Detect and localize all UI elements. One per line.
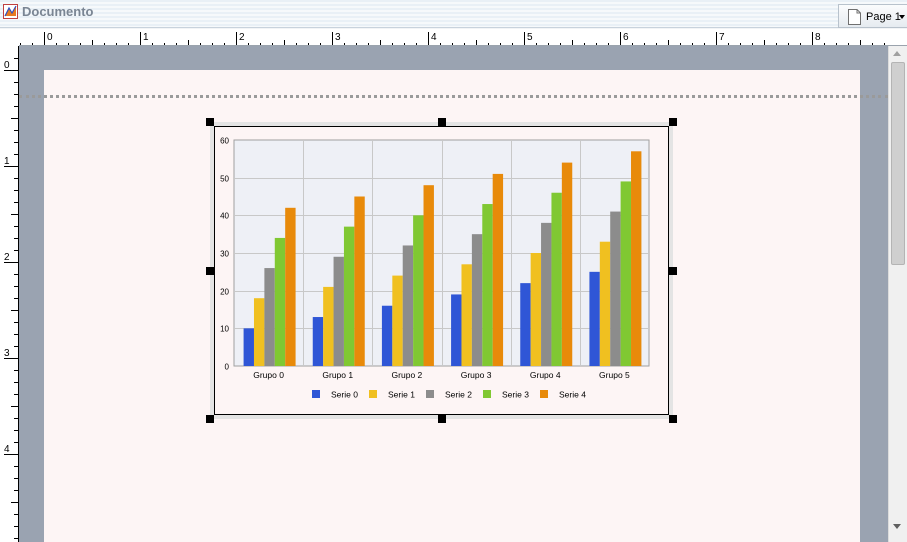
x-tick-label: Grupo 4 [530, 370, 561, 380]
legend-label: Serie 1 [388, 390, 415, 400]
legend-label: Serie 3 [502, 390, 529, 400]
ruler-label: 0 [4, 60, 10, 71]
bar-chart: 0 10 20 30 40 50 60 Grupo 0 Grupo 1 Grupo 2 Grupo … [220, 137, 650, 400]
bar [461, 264, 472, 366]
ruler-label: 0 [47, 32, 53, 43]
vertical-scrollbar[interactable] [888, 46, 907, 542]
legend-label: Serie 0 [331, 390, 358, 400]
page-icon [848, 9, 861, 25]
resize-handle-left[interactable] [206, 267, 214, 275]
report-designer-window: Documento Page 1 0 1 2 3 4 5 6 7 8 0 1 2 3 4 0 10 20 30… [0, 0, 907, 542]
page-margin-guide [19, 95, 888, 98]
bar [551, 192, 562, 366]
ruler-label: 1 [143, 32, 149, 43]
y-tick-label: 0 [225, 363, 230, 372]
x-tick-label: Grupo 0 [253, 370, 284, 380]
ruler-label: 8 [815, 32, 821, 43]
ruler-label: 3 [4, 348, 10, 359]
resize-handle-top-left[interactable] [206, 118, 214, 126]
bar [381, 305, 393, 366]
x-tick-label: Grupo 2 [392, 370, 423, 380]
resize-handle-top[interactable] [438, 118, 446, 126]
bar [589, 271, 600, 366]
page-selector-label: Page 1 [866, 11, 901, 23]
bar [274, 237, 286, 366]
bar [482, 204, 493, 366]
ruler-label: 4 [4, 444, 10, 455]
y-tick-label: 50 [220, 175, 229, 184]
resize-handle-bottom[interactable] [438, 415, 446, 423]
horizontal-ruler: 0 1 2 3 4 5 6 7 8 [0, 29, 907, 46]
bar [599, 241, 611, 366]
ruler-label: 3 [335, 32, 341, 43]
scroll-up-arrow-icon[interactable] [893, 51, 901, 56]
window-title: Documento [22, 4, 94, 19]
page-selector-button[interactable]: Page 1 [838, 4, 907, 28]
bar [392, 275, 403, 366]
bar [354, 196, 365, 366]
scroll-down-arrow-icon[interactable] [893, 524, 901, 529]
y-tick-label: 30 [220, 250, 229, 259]
resize-handle-right[interactable] [669, 267, 677, 275]
legend-swatch [369, 390, 377, 398]
bar [541, 222, 552, 366]
title-bar: Documento Page 1 [0, 0, 907, 28]
bar [413, 215, 424, 366]
bar [451, 294, 462, 366]
bar [530, 253, 542, 366]
chevron-down-icon [899, 15, 905, 19]
ruler-label: 5 [527, 32, 533, 43]
bar [561, 162, 573, 366]
legend-swatch [540, 390, 548, 398]
legend-swatch [312, 390, 320, 398]
ruler-label: 4 [431, 32, 437, 43]
y-tick-label: 60 [220, 137, 229, 146]
chart-object[interactable]: 0 10 20 30 40 50 60 Grupo 0 Grupo 1 Grupo 2 Grupo … [210, 122, 673, 419]
bar [423, 185, 434, 366]
ruler-label: 6 [623, 32, 629, 43]
bar [312, 317, 324, 366]
bar [323, 286, 334, 366]
legend-swatch [426, 390, 434, 398]
ruler-label: 2 [4, 252, 10, 263]
scrollbar-thumb[interactable] [891, 62, 905, 265]
legend-swatch [483, 390, 491, 398]
bar [631, 151, 642, 366]
ruler-label: 7 [719, 32, 725, 43]
bar [620, 181, 632, 366]
resize-handle-bottom-left[interactable] [206, 415, 214, 423]
bar [520, 283, 531, 366]
resize-handle-bottom-right[interactable] [669, 415, 677, 423]
x-tick-label: Grupo 5 [599, 370, 630, 380]
bar [610, 211, 621, 366]
bar [264, 268, 275, 366]
resize-handle-top-right[interactable] [669, 118, 677, 126]
bar [492, 173, 504, 366]
ruler-label: 1 [4, 156, 10, 167]
document-icon [3, 4, 18, 19]
bar [333, 256, 344, 366]
bar [285, 207, 296, 366]
bar [243, 328, 254, 366]
bar [253, 298, 265, 366]
y-tick-label: 40 [220, 212, 229, 221]
bar [471, 234, 483, 366]
ruler-corner [0, 29, 19, 46]
bar [402, 245, 414, 366]
y-tick-label: 10 [220, 325, 229, 334]
x-tick-label: Grupo 1 [322, 370, 353, 380]
vertical-ruler: 0 1 2 3 4 [0, 46, 19, 542]
chart-frame: 0 10 20 30 40 50 60 Grupo 0 Grupo 1 Grupo 2 Grupo … [214, 126, 669, 415]
y-tick-label: 20 [220, 288, 229, 297]
bar [343, 226, 355, 366]
legend-label: Serie 2 [445, 390, 472, 400]
legend-label: Serie 4 [559, 390, 586, 400]
x-tick-label: Grupo 3 [461, 370, 492, 380]
ruler-label: 2 [239, 32, 245, 43]
